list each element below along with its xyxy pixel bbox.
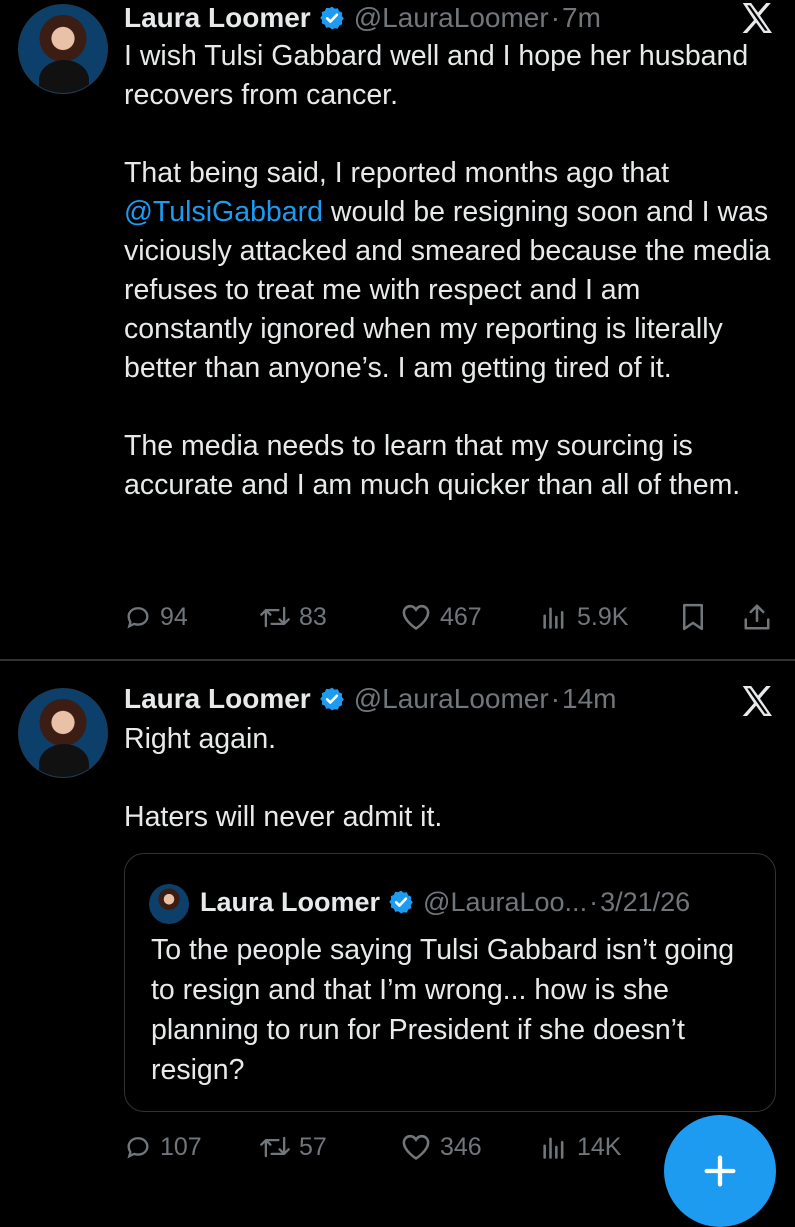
reply-button[interactable]: 107	[124, 1127, 202, 1167]
views-button[interactable]: 14K	[539, 1127, 621, 1167]
repost-button[interactable]: 57	[259, 1127, 327, 1167]
separator: ·	[550, 2, 561, 33]
share-button[interactable]	[742, 597, 780, 637]
bookmark-icon	[683, 603, 703, 631]
like-button[interactable]: 346	[400, 1127, 482, 1167]
separator: ·	[589, 887, 599, 917]
post-header: Laura Loomer @LauraLoomer · 14m	[124, 681, 616, 717]
paragraph: I wish Tulsi Gabbard well and I hope her…	[124, 37, 774, 115]
post-2[interactable]: Laura Loomer @LauraLoomer · 14m Right ag…	[0, 661, 795, 1200]
reply-icon	[127, 607, 149, 629]
views-count: 5.9K	[577, 602, 629, 631]
views-icon	[543, 607, 564, 629]
author-handle[interactable]: @LauraLoomer	[354, 681, 549, 717]
repost-button[interactable]: 83	[259, 597, 327, 637]
author-name[interactable]: Laura Loomer	[124, 681, 311, 717]
post-time[interactable]: 14m	[562, 681, 616, 717]
quoted-post[interactable]: Laura Loomer @LauraLoo... · 3/21/26 To t…	[124, 853, 776, 1112]
repost-count: 83	[299, 602, 327, 631]
verified-badge-icon	[319, 6, 344, 30]
text-span: The media needs to learn that my sourcin…	[124, 430, 741, 501]
action-bar: 94 83 467 5.9K	[124, 597, 774, 637]
post-text: Right again. Haters will never admit it.	[124, 720, 774, 837]
repost-count: 57	[299, 1132, 327, 1161]
author-avatar[interactable]	[18, 688, 108, 778]
like-count: 467	[440, 602, 482, 631]
quoted-author-name: Laura Loomer	[200, 887, 381, 917]
views-icon	[543, 1137, 564, 1159]
reply-icon	[127, 1137, 149, 1159]
like-button[interactable]: 467	[400, 597, 482, 637]
text-span: Right again.	[124, 723, 277, 755]
separator: ·	[550, 683, 561, 714]
post-time[interactable]: 7m	[562, 0, 601, 36]
x-logo-icon	[742, 3, 772, 33]
text-span: I wish Tulsi Gabbard well and I hope her…	[124, 40, 749, 111]
reply-button[interactable]: 94	[124, 597, 188, 637]
quoted-author-avatar	[149, 884, 189, 924]
post-header: Laura Loomer @LauraLoomer · 7m	[124, 0, 601, 36]
text-span: That being said, I reported months ago t…	[124, 157, 670, 189]
like-icon	[402, 604, 430, 630]
quoted-post-date: 3/21/26	[600, 887, 691, 917]
post-1[interactable]: Laura Loomer @LauraLoomer · 7m I wish Tu…	[0, 0, 795, 660]
quoted-post-text: To the people saying Tulsi Gabbard isn’t…	[151, 934, 735, 1086]
mention-link[interactable]: @TulsiGabbard	[124, 196, 323, 228]
repost-icon	[260, 1136, 290, 1158]
compose-button[interactable]	[664, 1115, 776, 1227]
views-count: 14K	[577, 1132, 622, 1161]
paragraph: The media needs to learn that my sourcin…	[124, 427, 774, 505]
author-name[interactable]: Laura Loomer	[124, 0, 311, 36]
quoted-author-handle: @LauraLoo...	[423, 887, 588, 917]
text-span: Haters will never admit it.	[124, 801, 443, 833]
quoted-post-header: Laura Loomer @LauraLoo... · 3/21/26	[200, 884, 690, 920]
paragraph: Right again.	[124, 720, 774, 759]
bookmark-button[interactable]	[678, 597, 716, 637]
like-icon	[402, 1134, 430, 1160]
views-button[interactable]: 5.9K	[539, 597, 628, 637]
like-count: 346	[440, 1132, 482, 1161]
repost-icon	[260, 606, 290, 628]
compose-plus-icon	[704, 1155, 736, 1187]
post-text: I wish Tulsi Gabbard well and I hope her…	[124, 37, 774, 505]
author-avatar[interactable]	[18, 4, 108, 94]
verified-badge-icon	[389, 890, 413, 914]
share-icon	[744, 604, 770, 630]
verified-badge-icon	[319, 687, 344, 711]
paragraph: That being said, I reported months ago t…	[124, 154, 774, 388]
reply-count: 94	[160, 602, 188, 631]
x-logo-icon	[742, 686, 772, 716]
reply-count: 107	[160, 1132, 202, 1161]
paragraph: Haters will never admit it.	[124, 798, 774, 837]
author-handle[interactable]: @LauraLoomer	[354, 0, 549, 36]
